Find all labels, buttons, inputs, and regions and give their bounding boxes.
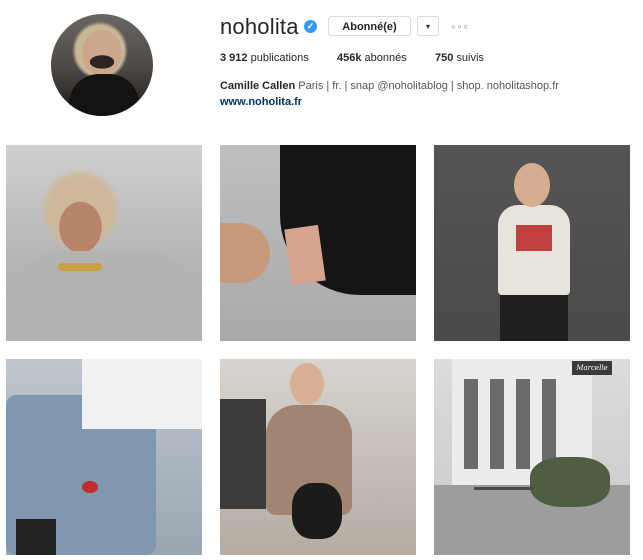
post-image-detail (530, 457, 610, 507)
posts-count: 3 912 publications (220, 52, 309, 64)
profile-full-name: Camille Callen (220, 80, 296, 92)
post-thumbnail[interactable] (220, 145, 416, 341)
following-count[interactable]: 750 suivis (435, 52, 484, 64)
post-image-detail (16, 519, 56, 555)
avatar-figure (69, 74, 139, 116)
profile-bio: Camille Callen Paris | fr. | snap @nohol… (220, 80, 559, 92)
post-image-detail (6, 251, 202, 341)
post-image-detail (500, 295, 568, 341)
post-thumbnail[interactable] (6, 359, 202, 555)
post-thumbnail[interactable] (434, 145, 630, 341)
post-image-detail (490, 379, 504, 469)
post-image-detail (82, 359, 202, 429)
post-thumbnail[interactable] (220, 359, 416, 555)
profile-avatar[interactable] (51, 14, 153, 116)
posts-count-label: publications (250, 52, 309, 64)
post-image-detail (82, 481, 98, 493)
post-image-detail (464, 379, 478, 469)
following-count-label: suivis (456, 52, 484, 64)
post-image-detail (516, 379, 530, 469)
more-options-icon[interactable]: ◦◦◦ (451, 18, 469, 34)
chevron-down-icon[interactable]: ▾ (417, 16, 439, 36)
profile-website-link[interactable]: www.noholita.fr (220, 96, 302, 108)
post-image-detail (516, 225, 552, 251)
following-count-value: 750 (435, 52, 454, 64)
post-image-detail (292, 483, 342, 539)
shop-sign: Marcelle (572, 361, 612, 375)
followers-count-value: 456k (337, 52, 362, 64)
post-thumbnail[interactable] (6, 145, 202, 341)
verified-badge-icon: ✓ (304, 20, 317, 33)
post-thumbnail[interactable]: Marcelle (434, 359, 630, 555)
posts-count-value: 3 912 (220, 52, 248, 64)
followers-count-label: abonnés (364, 52, 407, 64)
post-image-detail (220, 223, 270, 283)
post-image-detail (58, 263, 102, 271)
post-image-detail (290, 363, 324, 405)
post-image-detail (474, 487, 534, 520)
followers-count[interactable]: 456k abonnés (337, 52, 407, 64)
profile-username: noholita (220, 14, 299, 39)
post-image-detail (542, 379, 556, 469)
following-button[interactable]: Abonné(e) (328, 16, 411, 36)
profile-bio-text: Paris | fr. | snap @noholitablog | shop.… (298, 80, 559, 92)
post-image-detail (220, 399, 266, 509)
post-image-detail (514, 163, 550, 207)
